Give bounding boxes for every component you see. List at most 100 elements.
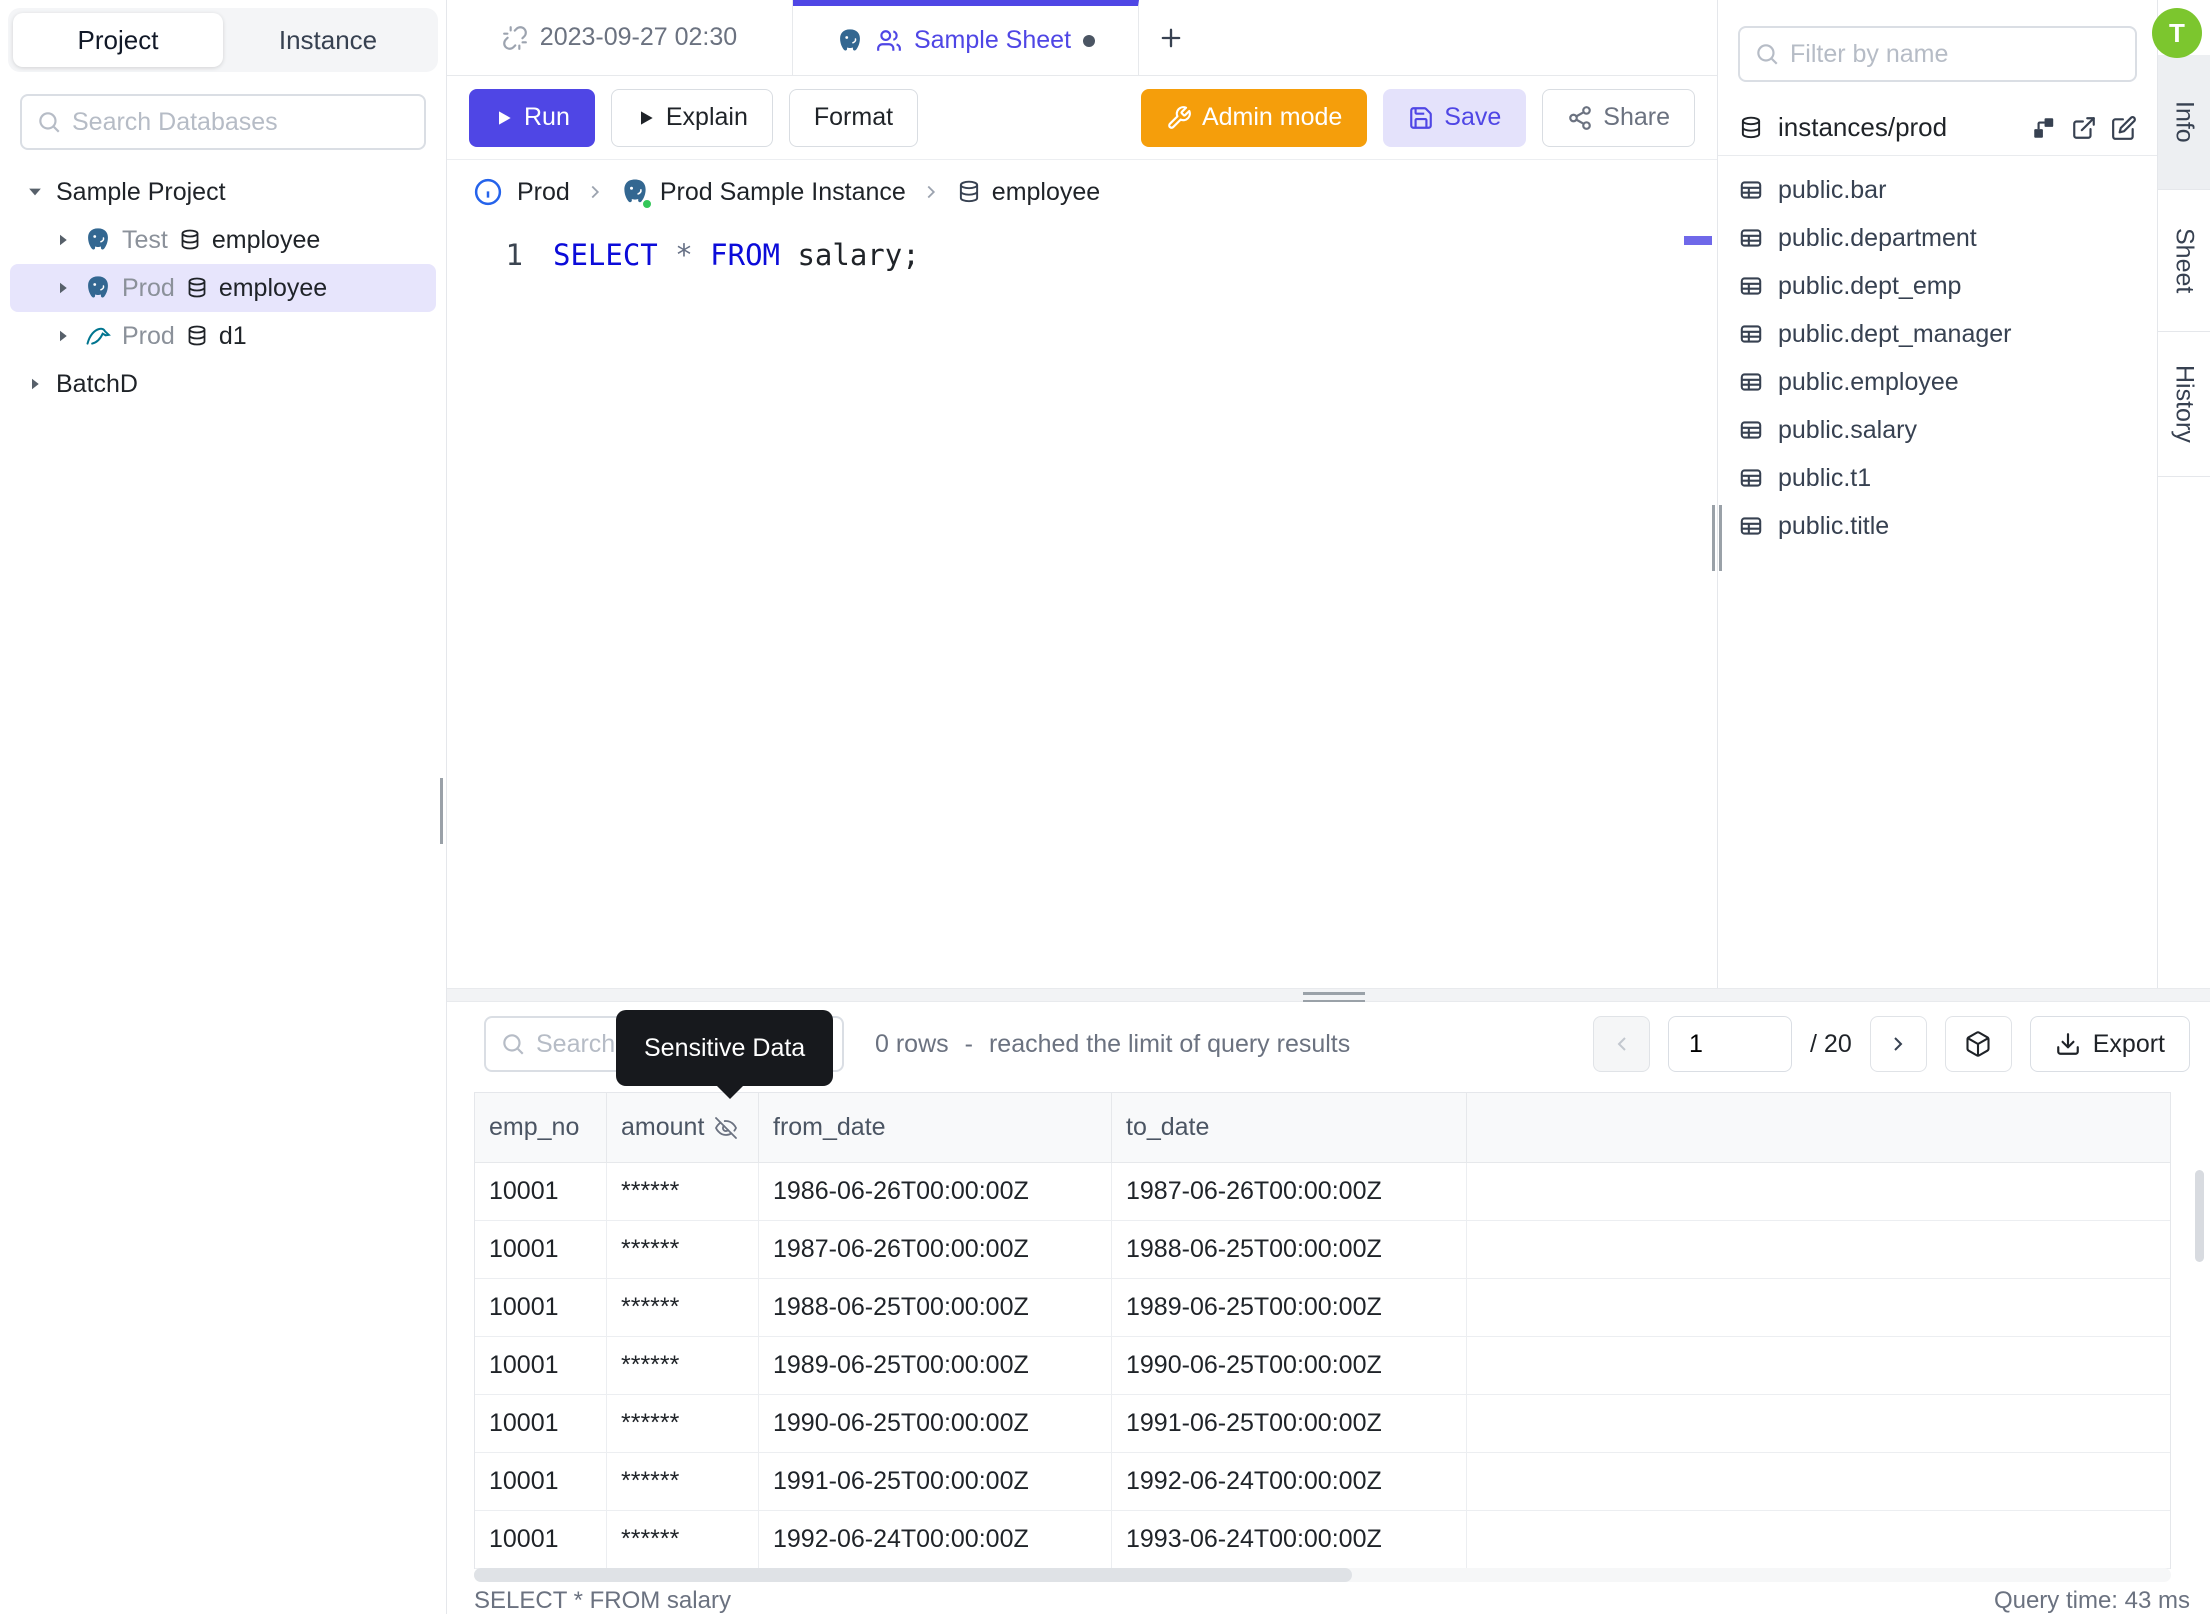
table-cell[interactable]: 10001 bbox=[475, 1279, 607, 1337]
table-cell[interactable]: 1991-06-25T00:00:00Z bbox=[759, 1453, 1112, 1511]
tab-instance[interactable]: Instance bbox=[223, 13, 433, 67]
table-cell[interactable]: 1986-06-26T00:00:00Z bbox=[759, 1163, 1112, 1221]
schema-diagram-button[interactable] bbox=[2031, 115, 2057, 141]
table-list-item[interactable]: public.dept_manager bbox=[1718, 310, 2157, 358]
table-cell[interactable]: 1989-06-25T00:00:00Z bbox=[759, 1337, 1112, 1395]
table-cell[interactable]: ****** bbox=[607, 1337, 759, 1395]
tab-label: Sample Sheet bbox=[913, 26, 1072, 54]
breadcrumb-env[interactable]: Prod bbox=[517, 178, 570, 207]
export-button[interactable]: Export bbox=[2029, 1016, 2190, 1072]
horizontal-scrollbar-thumb[interactable] bbox=[474, 1568, 1352, 1582]
side-tab-sheet[interactable]: Sheet bbox=[2158, 190, 2210, 332]
user-avatar[interactable]: T bbox=[2152, 8, 2202, 58]
table-cell[interactable]: 10001 bbox=[475, 1221, 607, 1279]
breadcrumb-instance[interactable]: Prod Sample Instance bbox=[620, 177, 906, 210]
table-cell[interactable]: 1987-06-26T00:00:00Z bbox=[1112, 1163, 1467, 1221]
result-view-button[interactable] bbox=[1944, 1016, 2012, 1072]
table-cell[interactable]: 10001 bbox=[475, 1511, 607, 1569]
results-splitter[interactable] bbox=[447, 988, 2210, 1003]
vertical-scrollbar-thumb[interactable] bbox=[2195, 1170, 2204, 1262]
table-cell[interactable]: 1988-06-25T00:00:00Z bbox=[1112, 1221, 1467, 1279]
sql-editor[interactable]: 1 SELECT * FROM salary; bbox=[447, 224, 1717, 1004]
table-row[interactable]: 10001 ****** 1987-06-26T00:00:00Z 1988-0… bbox=[475, 1221, 2170, 1279]
table-cell[interactable]: 10001 bbox=[475, 1395, 607, 1453]
table-cell[interactable]: 10001 bbox=[475, 1453, 607, 1511]
column-header-amount[interactable]: amount bbox=[607, 1093, 759, 1163]
db-label: employee bbox=[211, 225, 321, 254]
side-tab-history[interactable]: History bbox=[2158, 332, 2210, 477]
table-list-item[interactable]: public.bar bbox=[1718, 166, 2157, 214]
table-list-item[interactable]: public.dept_emp bbox=[1718, 262, 2157, 310]
table-cell[interactable]: 1990-06-25T00:00:00Z bbox=[1112, 1337, 1467, 1395]
column-header-to-date[interactable]: to_date bbox=[1112, 1093, 1467, 1163]
table-cell[interactable]: 1993-06-24T00:00:00Z bbox=[1112, 1511, 1467, 1569]
horizontal-scrollbar[interactable] bbox=[474, 1568, 2171, 1582]
database-icon bbox=[188, 277, 206, 298]
database-tree: Sample Project Test employee Prod employ… bbox=[0, 168, 446, 408]
page-number-input[interactable] bbox=[1668, 1016, 1793, 1072]
database-search-input[interactable] bbox=[72, 107, 410, 137]
table-list-item[interactable]: public.t1 bbox=[1718, 454, 2157, 502]
tree-node-prod-employee[interactable]: Prod employee bbox=[10, 264, 436, 312]
open-external-button[interactable] bbox=[2071, 115, 2097, 141]
share-button[interactable]: Share bbox=[1542, 88, 1695, 147]
table-icon bbox=[1740, 325, 1762, 343]
table-cell[interactable]: 1989-06-25T00:00:00Z bbox=[1112, 1279, 1467, 1337]
table-row[interactable]: 10001 ****** 1992-06-24T00:00:00Z 1993-0… bbox=[475, 1511, 2170, 1569]
explain-button[interactable]: Explain bbox=[610, 88, 773, 147]
format-button[interactable]: Format bbox=[788, 88, 919, 147]
right-splitter-handle[interactable] bbox=[1712, 505, 1722, 571]
table-list-item[interactable]: public.title bbox=[1718, 502, 2157, 550]
schema-filter[interactable] bbox=[1738, 26, 2137, 82]
table-row[interactable]: 10001 ****** 1988-06-25T00:00:00Z 1989-0… bbox=[475, 1279, 2170, 1337]
breadcrumb-database[interactable]: employee bbox=[956, 178, 1100, 207]
tab-sheet-unsaved[interactable]: 2023-09-27 02:30 bbox=[447, 0, 793, 75]
table-cell[interactable]: 1992-06-24T00:00:00Z bbox=[759, 1511, 1112, 1569]
prev-page-button[interactable] bbox=[1593, 1016, 1651, 1072]
table-cell[interactable]: ****** bbox=[607, 1511, 759, 1569]
next-page-button[interactable] bbox=[1869, 1016, 1927, 1072]
table-cell[interactable]: ****** bbox=[607, 1395, 759, 1453]
table-list-item[interactable]: public.department bbox=[1718, 214, 2157, 262]
save-button[interactable]: Save bbox=[1383, 88, 1527, 147]
table-cell[interactable]: ****** bbox=[607, 1453, 759, 1511]
table-cell[interactable]: 1991-06-25T00:00:00Z bbox=[1112, 1395, 1467, 1453]
tree-node-test-employee[interactable]: Test employee bbox=[10, 216, 436, 264]
tree-node-sample-project[interactable]: Sample Project bbox=[0, 168, 446, 216]
table-cell[interactable]: 10001 bbox=[475, 1163, 607, 1221]
caret-down-icon bbox=[29, 188, 41, 196]
table-row[interactable]: 10001 ****** 1989-06-25T00:00:00Z 1990-0… bbox=[475, 1337, 2170, 1395]
tab-sample-sheet[interactable]: Sample Sheet bbox=[793, 0, 1139, 75]
table-cell[interactable]: ****** bbox=[607, 1163, 759, 1221]
add-tab-button[interactable] bbox=[1139, 0, 1203, 75]
run-button[interactable]: Run bbox=[469, 88, 595, 147]
database-search[interactable] bbox=[20, 94, 426, 150]
results-panel: 0 rows - reached the limit of query resu… bbox=[447, 1002, 2210, 1614]
tree-node-batchd[interactable]: BatchD bbox=[0, 360, 446, 408]
rows-info: 0 rows - reached the limit of query resu… bbox=[875, 1002, 1350, 1086]
info-icon[interactable] bbox=[473, 177, 503, 207]
caret-right-icon bbox=[60, 234, 67, 246]
column-header-emp-no[interactable]: emp_no bbox=[475, 1093, 607, 1163]
table-row[interactable]: 10001 ****** 1990-06-25T00:00:00Z 1991-0… bbox=[475, 1395, 2170, 1453]
table-row[interactable]: 10001 ****** 1991-06-25T00:00:00Z 1992-0… bbox=[475, 1453, 2170, 1511]
table-cell[interactable]: ****** bbox=[607, 1221, 759, 1279]
eye-off-icon[interactable] bbox=[714, 1116, 738, 1140]
schema-filter-input[interactable] bbox=[1790, 39, 2121, 69]
tab-project[interactable]: Project bbox=[13, 13, 223, 67]
table-cell[interactable]: 1992-06-24T00:00:00Z bbox=[1112, 1453, 1467, 1511]
table-row[interactable]: 10001 ****** 1986-06-26T00:00:00Z 1987-0… bbox=[475, 1163, 2170, 1221]
table-list-item[interactable]: public.employee bbox=[1718, 358, 2157, 406]
table-cell[interactable]: 1987-06-26T00:00:00Z bbox=[759, 1221, 1112, 1279]
table-cell[interactable]: ****** bbox=[607, 1279, 759, 1337]
column-header-from-date[interactable]: from_date bbox=[759, 1093, 1112, 1163]
edit-schema-button[interactable] bbox=[2111, 115, 2137, 141]
admin-mode-button[interactable]: Admin mode bbox=[1140, 88, 1368, 147]
table-cell[interactable]: 1988-06-25T00:00:00Z bbox=[759, 1279, 1112, 1337]
side-tab-info[interactable]: Info bbox=[2158, 55, 2210, 190]
table-list-item[interactable]: public.salary bbox=[1718, 406, 2157, 454]
tree-node-prod-d1[interactable]: Prod d1 bbox=[10, 312, 436, 360]
table-cell[interactable]: 1990-06-25T00:00:00Z bbox=[759, 1395, 1112, 1453]
table-cell[interactable]: 10001 bbox=[475, 1337, 607, 1395]
limit-text: reached the limit of query results bbox=[988, 1029, 1351, 1058]
